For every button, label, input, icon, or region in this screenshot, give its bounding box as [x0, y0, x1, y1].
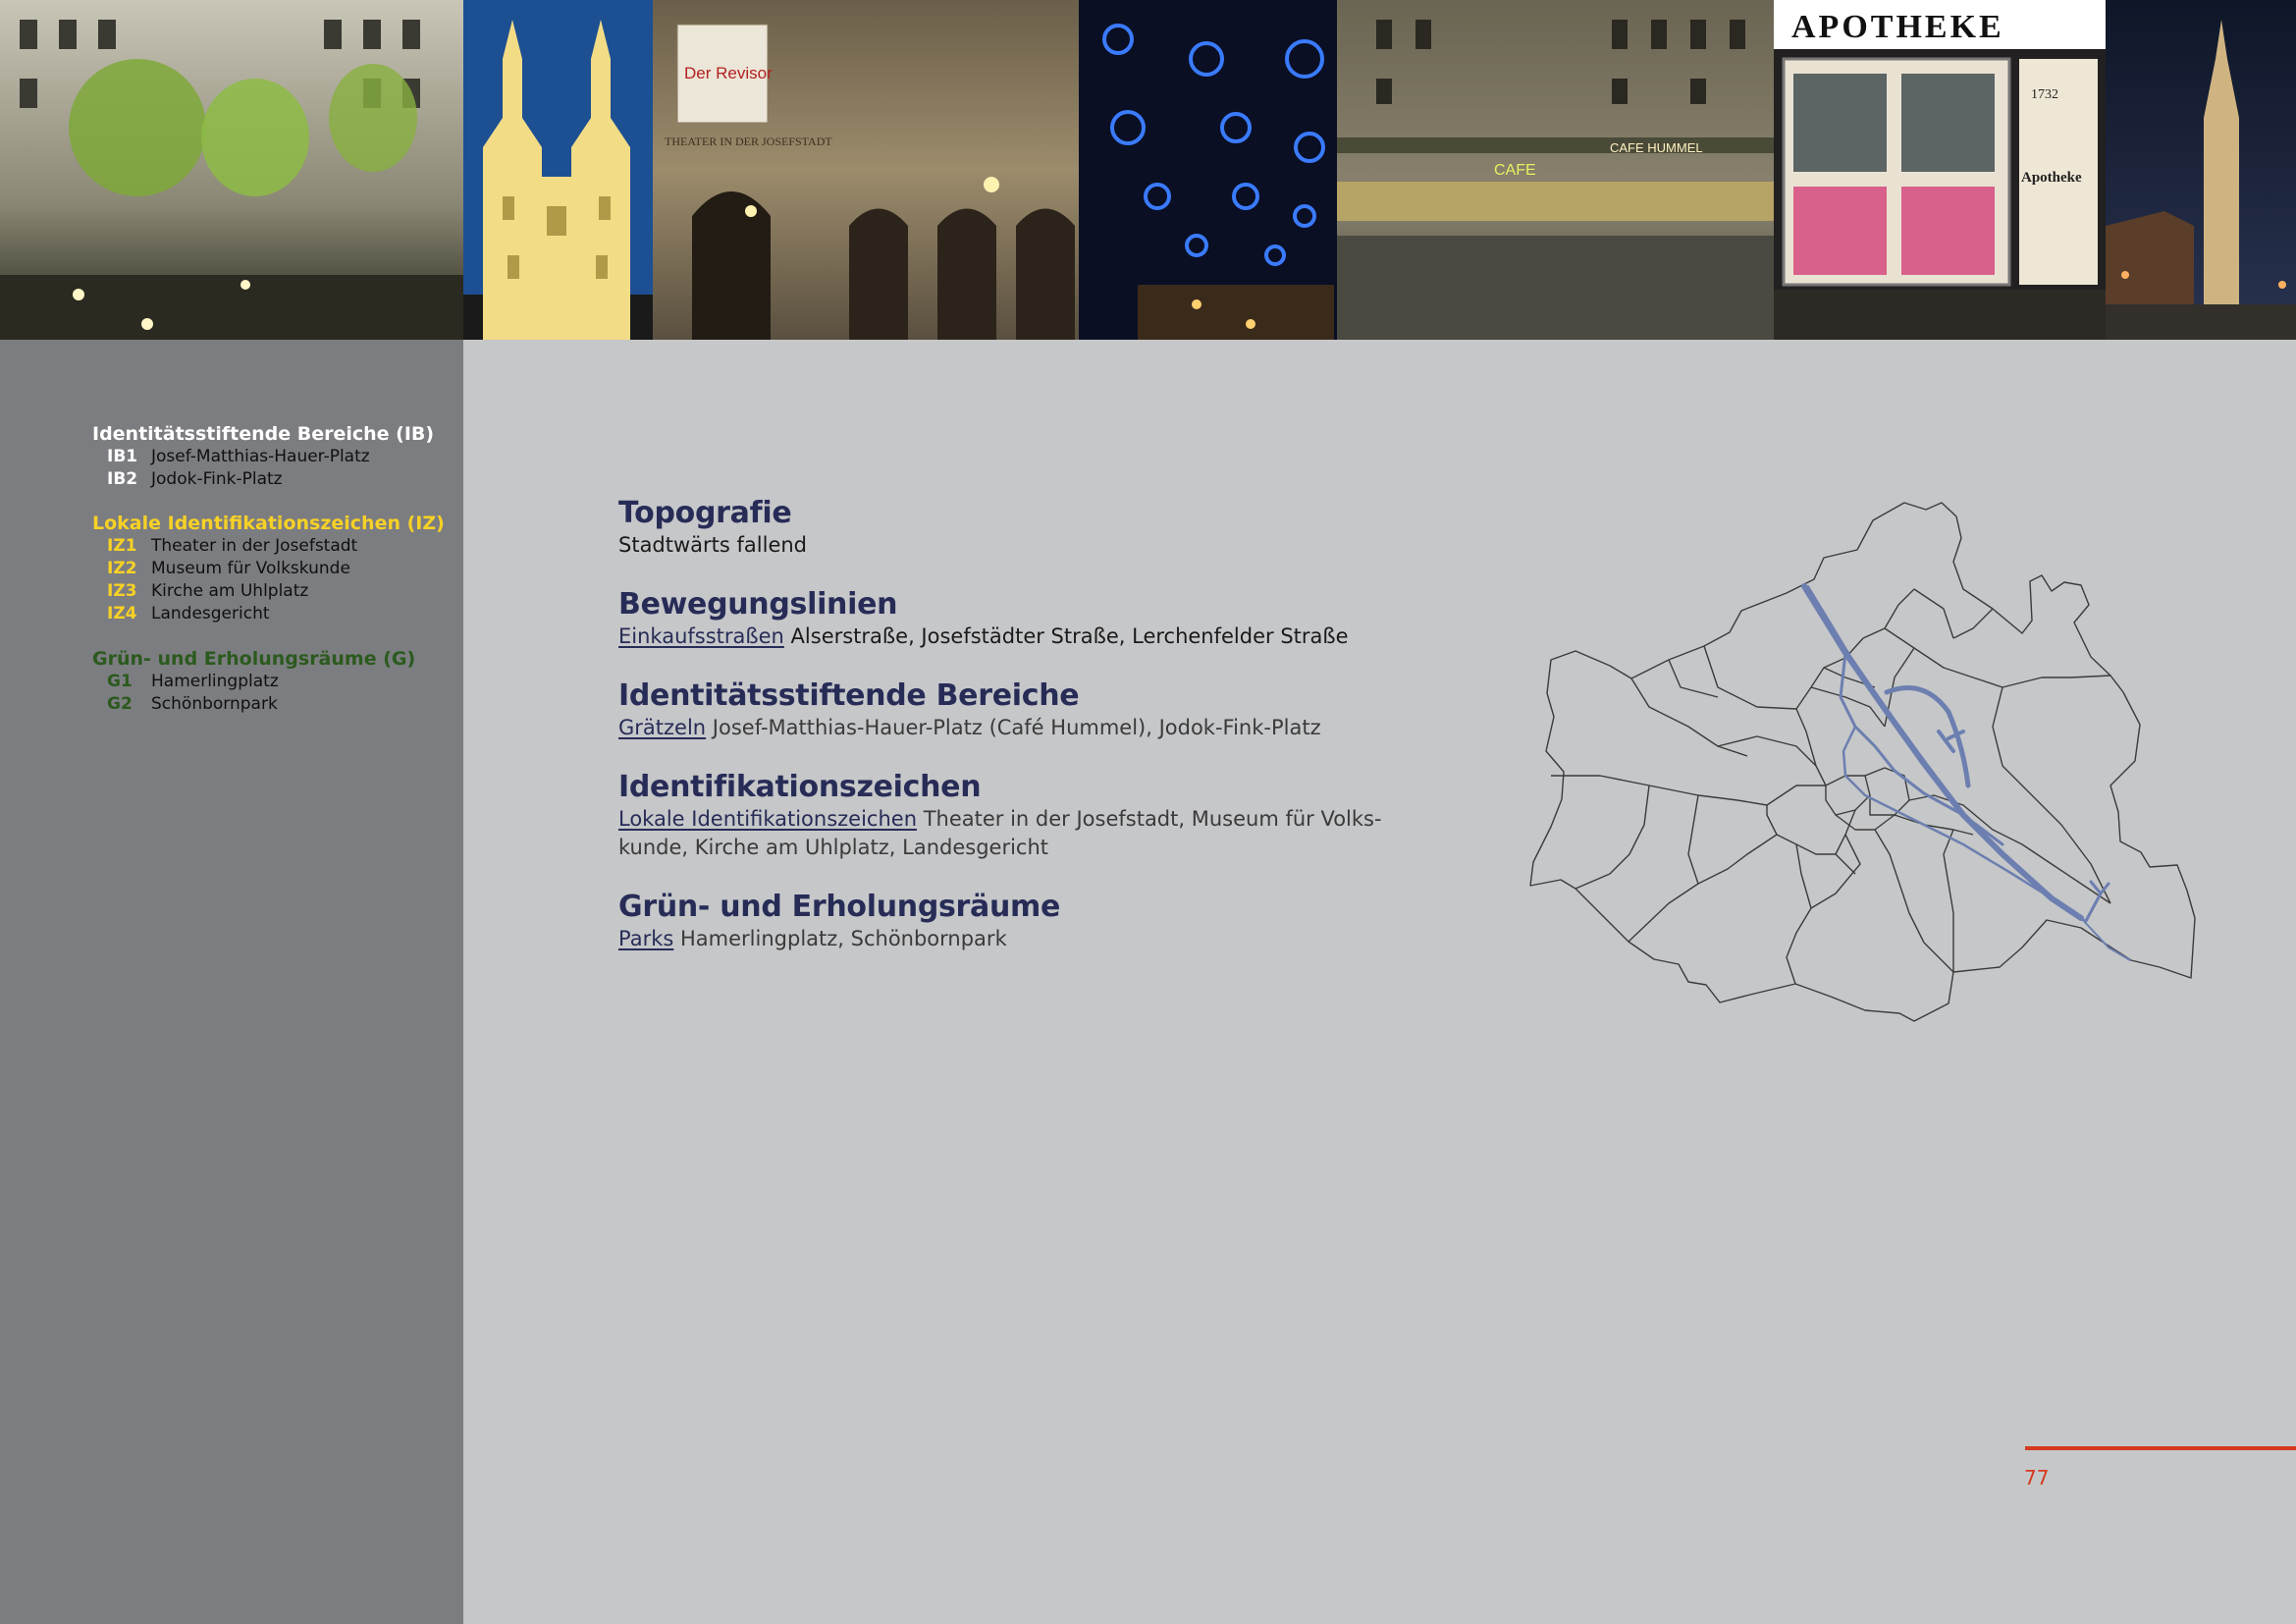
section-heading: Bewegungslinien [618, 587, 898, 622]
legend-label: Hamerlingplatz [151, 672, 279, 691]
section-body: Lokale Identifikationszeichen Theater in… [618, 805, 1384, 862]
photo-theater-josefstadt: Der Revisor THEATER IN DER JOSEFSTADT [653, 0, 1079, 340]
section-heading: Identifikationszeichen [618, 770, 982, 804]
section-topografie: Topografie Stadtwärts fallend [618, 496, 1404, 560]
photo-strip: Der Revisor THEATER IN DER JOSEFSTADT CA… [0, 0, 2296, 340]
legend-item: IZ4 Landesgericht [92, 603, 455, 625]
legend-label: Landesgericht [151, 604, 270, 623]
photo-tower-dusk [2106, 0, 2296, 340]
section-lead: Lokale Identifikationszeichen [618, 807, 918, 831]
legend-code: IB1 [107, 447, 138, 466]
section-text: Stadtwärts fallend [618, 533, 808, 557]
legend-code: G2 [107, 694, 133, 714]
photo-street-blue-lights [1079, 0, 1337, 340]
photo-church-towers [463, 0, 653, 340]
section-lead: Einkaufsstraßen [618, 624, 784, 648]
legend-code: IB2 [107, 469, 138, 489]
section-lead: Parks [618, 927, 674, 950]
legend-item: G1 Hamerlingplatz [92, 671, 455, 693]
page-number: 77 [2024, 1466, 2050, 1489]
photo-cafe-hummel: CAFE HUMMEL CAFE [1337, 0, 1774, 340]
legend-group-iz: Lokale Identifikationszeichen (IZ) IZ1 T… [92, 512, 455, 625]
legend-code: IZ3 [107, 581, 137, 601]
legend-label: Kirche am Uhlplatz [151, 581, 309, 601]
section-identifikationszeichen: Identifikationszeichen Lokale Identifika… [618, 770, 1404, 862]
legend-title-iz: Lokale Identifikationszeichen (IZ) [92, 513, 445, 534]
legend-label: Schönbornpark [151, 694, 278, 714]
section-gruen-erholungsraeume: Grün- und Erholungsräume Parks Hamerling… [618, 890, 1404, 953]
vienna-district-map [1529, 502, 2196, 1022]
cafe-neon-text: CAFE [1494, 162, 1536, 179]
page-rule [2025, 1446, 2296, 1450]
photo-square-trees [0, 0, 463, 340]
section-bewegungslinien: Bewegungslinien Einkaufsstraßen Alserstr… [618, 587, 1404, 651]
legend-label: Josef-Matthias-Hauer-Platz [151, 447, 370, 466]
legend-item: IB2 Jodok-Fink-Platz [92, 468, 455, 491]
legend-label: Museum für Volkskunde [151, 559, 350, 578]
legend-item: IZ1 Theater in der Josefstadt [92, 535, 455, 558]
legend-group-ib: Identitätsstiftende Bereiche (IB) IB1 Jo… [92, 422, 455, 491]
section-text: Hamerlingplatz, Schönbornpark [680, 927, 1007, 950]
legend-sidebar: Identitätsstiftende Bereiche (IB) IB1 Jo… [0, 340, 463, 1624]
section-body: Einkaufsstraßen Alserstraße, Josefstädte… [618, 623, 1404, 651]
section-heading: Grün- und Erholungsräume [618, 890, 1061, 924]
apotheke-sign-text: APOTHEKE [1791, 9, 2004, 45]
legend-item: IB1 Josef-Matthias-Hauer-Platz [92, 446, 455, 468]
legend-label: Jodok-Fink-Platz [151, 469, 283, 489]
legend-item: IZ2 Museum für Volkskunde [92, 558, 455, 580]
cafe-sign-text: CAFE HUMMEL [1610, 140, 1703, 155]
photo-apotheke: APOTHEKE 1732 Apotheke [1774, 0, 2106, 340]
legend-title-g: Grün- und Erholungsräume (G) [92, 648, 416, 670]
apotheke-window-text: Apotheke [2021, 170, 2082, 186]
legend-code: G1 [107, 672, 133, 691]
apotheke-year-text: 1732 [2031, 87, 2058, 102]
legend-code: IZ2 [107, 559, 137, 578]
legend-title-ib: Identitätsstiftende Bereiche (IB) [92, 423, 435, 445]
theater-facade-text: THEATER IN DER JOSEFSTADT [665, 135, 832, 148]
section-lead: Grätzeln [618, 716, 707, 739]
legend-group-g: Grün- und Erholungsräume (G) G1 Hamerlin… [92, 647, 455, 716]
section-text: Alserstraße, Josefstädter Straße, Lerche… [790, 624, 1349, 648]
section-heading: Identitätsstiftende Bereiche [618, 678, 1080, 713]
section-heading: Topografie [618, 496, 792, 530]
legend-label: Theater in der Josefstadt [151, 536, 358, 556]
legend-item: G2 Schönbornpark [92, 693, 455, 716]
legend-item: IZ3 Kirche am Uhlplatz [92, 580, 455, 603]
analysis-sections: Topografie Stadtwärts fallend Bewegungsl… [618, 496, 1404, 981]
legend-code: IZ1 [107, 536, 137, 556]
section-text: Josef-Matthias-Hauer-Platz (Café Hummel)… [712, 716, 1321, 739]
district-boundaries [1529, 502, 2196, 1022]
danube-highlight [1801, 583, 2131, 961]
section-body: Grätzeln Josef-Matthias-Hauer-Platz (Caf… [618, 714, 1404, 742]
section-body: Parks Hamerlingplatz, Schönbornpark [618, 925, 1404, 953]
legend-code: IZ4 [107, 604, 137, 623]
section-identitaetsstiftende-bereiche: Identitätsstiftende Bereiche Grätzeln Jo… [618, 678, 1404, 742]
theater-poster-text: Der Revisor [684, 64, 773, 82]
